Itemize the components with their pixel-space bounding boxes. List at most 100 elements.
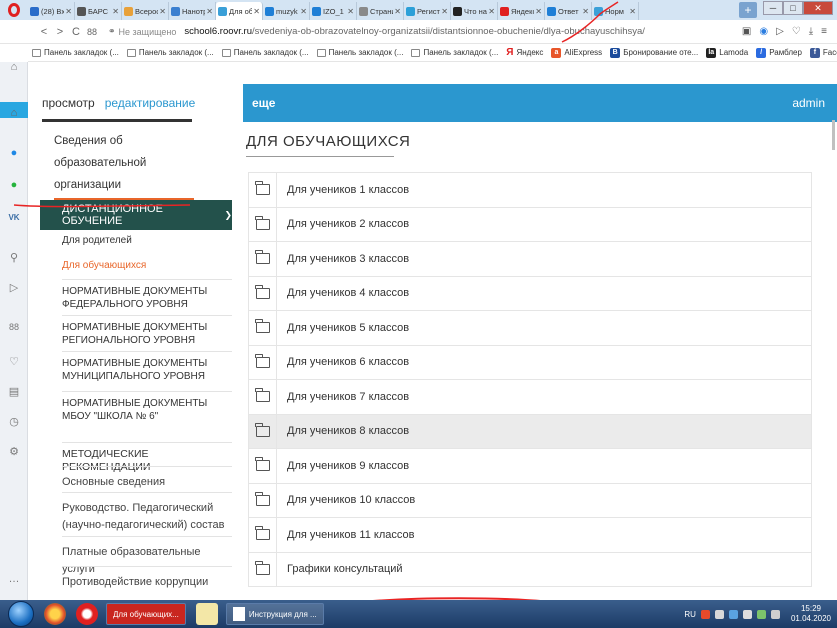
language-indicator[interactable]: RU [684,610,696,619]
new-tab-button[interactable]: + [739,2,757,18]
bookmark-home-icon[interactable]: ⌂ [7,106,21,120]
tray-network-icon[interactable] [728,609,738,619]
tab-close-icon[interactable]: ✕ [488,7,495,16]
taskbar-item-word[interactable]: Инструкция для ... [225,603,324,625]
bookmark-7[interactable]: B Бронирование оте... [610,47,698,58]
bookmark-8[interactable]: la Lamoda [706,47,748,58]
folder-row[interactable]: Для учеников 9 классов [248,449,812,484]
window-close-button[interactable]: ✕ [803,1,833,15]
send-icon[interactable]: ▷ [776,26,784,37]
tab-9[interactable]: Что на ✕ [451,2,498,20]
tab-close-icon[interactable]: ✕ [535,7,542,16]
more-menu[interactable]: еще [252,96,275,110]
minimize-button[interactable]: ─ [763,1,783,15]
folder-row[interactable]: Для учеников 2 классов [248,207,812,242]
bookmark-2[interactable]: Панель закладок (... [221,48,309,57]
tab-close-icon[interactable]: ✕ [629,7,636,16]
speed-dial-button[interactable]: 88 [84,27,100,37]
bookmark-3[interactable]: Панель закладок (... [316,48,403,57]
menu-subitem-0[interactable]: Для родителей [40,234,232,247]
folder-row[interactable]: Графики консультаций [248,552,812,587]
menu-item-3[interactable]: Противодействие коррупции [40,574,232,591]
tab-close-icon[interactable]: ✕ [394,7,401,16]
bookmark-0[interactable]: Панель закладок (... [32,48,119,57]
tab-close-icon[interactable]: ✕ [441,7,448,16]
folder-row[interactable]: Для учеников 1 классов [248,173,812,208]
tab-12[interactable]: Норм ✕ [592,2,639,20]
explorer-icon[interactable] [195,603,218,625]
bookmark-1[interactable]: Панель закладок (... [126,48,214,57]
tab-11[interactable]: Ответ ✕ [545,2,592,20]
menu-subitem-4[interactable]: НОРМАТИВНЫЕ ДОКУМЕНТЫ МУНИЦИПАЛЬНОГО УРО… [40,357,232,383]
forward-button[interactable]: > [52,26,68,38]
snapshot-icon[interactable]: ▣ [742,26,751,37]
tab-close-icon[interactable]: ✕ [253,7,260,16]
menu-distance-learning[interactable]: ДИСТАНЦИОННОЕ ОБУЧЕНИЕ ❯ [40,200,232,230]
security-label[interactable]: Не защищено [119,27,177,37]
tray-app-icon[interactable] [700,609,710,619]
bookmark-10[interactable]: fFacebook [809,47,837,58]
speed-dial-icon[interactable]: 88 [7,320,21,334]
maximize-button[interactable]: □ [783,1,803,15]
bookmark-6[interactable]: a AliExpress [551,47,602,58]
tray-flag-icon[interactable] [770,609,780,619]
tab-5[interactable]: muzyk ✕ [263,2,310,20]
scrollbar-thumb[interactable] [832,120,835,150]
tab-close-icon[interactable]: ✕ [159,7,166,16]
history-icon[interactable]: ◷ [7,414,21,428]
menu-item-0[interactable]: Основные сведения [40,474,232,491]
volume-icon[interactable] [742,609,752,619]
home-icon[interactable]: ⌂ [7,60,21,74]
tray-lock-icon[interactable] [714,609,724,619]
chrome-icon[interactable] [44,603,66,625]
menu-item-2[interactable]: Платные образовательные услуги [40,544,232,578]
vpn-shield-icon[interactable]: ◉ [759,26,768,37]
tab-close-icon[interactable]: ✕ [65,7,72,16]
folder-row[interactable]: Для учеников 6 классов [248,345,812,380]
tab-close-icon[interactable]: ✕ [206,7,213,16]
folder-row[interactable]: Для учеников 4 классов [248,276,812,311]
tab-close-icon[interactable]: ✕ [112,7,119,16]
url-field[interactable]: school6.roovr.ru/svedeniya-ob-obrazovate… [184,26,741,37]
folder-row[interactable]: Для учеников 8 классов [248,414,812,449]
flow-icon[interactable]: ▷ [7,280,21,294]
folder-row[interactable]: Для учеников 7 классов [248,380,812,415]
tray-battery-icon[interactable] [756,609,766,619]
favorites-icon[interactable]: ♡ [7,354,21,368]
menu-item-1[interactable]: Руководство. Педагогический (научно-педа… [40,500,232,534]
folder-row[interactable]: Для учеников 5 классов [248,311,812,346]
folder-row[interactable]: Для учеников 10 классов [248,483,812,518]
edit-tab[interactable]: редактирование [105,96,196,110]
tab-1[interactable]: БАРС ✕ [75,2,122,20]
menu-subitem-3[interactable]: НОРМАТИВНЫЕ ДОКУМЕНТЫ РЕГИОНАЛЬНОГО УРОВ… [40,321,232,347]
back-button[interactable]: < [36,26,52,38]
bookmark-4[interactable]: Панель закладок (... [411,48,498,57]
menu-subitem-6[interactable]: МЕТОДИЧЕСКИЕ РЕКОМЕНДАЦИИ [40,448,232,474]
menu-subitem-2[interactable]: НОРМАТИВНЫЕ ДОКУМЕНТЫ ФЕДЕРАЛЬНОГО УРОВН… [40,285,232,311]
bookmark-9[interactable]: / Рамблер [756,47,802,58]
tab-0[interactable]: (28) Вх ✕ [28,2,75,20]
settings-icon[interactable]: ⚙ [7,444,21,458]
info-icon[interactable]: ⚭ [108,26,116,37]
news-icon[interactable]: ▤ [7,384,21,398]
heart-icon[interactable]: ♡ [792,26,801,37]
download-icon[interactable]: ⤓ [809,26,813,37]
easy-setup-icon[interactable]: ≡ [821,26,827,37]
search-icon[interactable]: ⚲ [7,250,21,264]
messenger-icon[interactable]: ● [7,146,21,160]
admin-link[interactable]: admin [792,96,825,110]
vk-icon[interactable]: VK [7,210,21,224]
menu-subitem-1[interactable]: Для обучающихся [40,259,232,272]
menu-subitem-5[interactable]: НОРМАТИВНЫЕ ДОКУМЕНТЫ МБОУ "ШКОЛА № 6" [40,397,232,423]
taskbar-item-opera[interactable]: Для обучающих... [106,603,186,625]
tab-2[interactable]: Всерос ✕ [122,2,169,20]
folder-row[interactable]: Для учеников 11 классов [248,518,812,553]
tab-close-icon[interactable]: ✕ [300,7,307,16]
tab-7[interactable]: Страни ✕ [357,2,404,20]
tab-8[interactable]: Регист ✕ [404,2,451,20]
start-button[interactable] [8,601,34,627]
tab-4[interactable]: Для об ✕ [216,2,263,20]
tab-10[interactable]: Яндекс ✕ [498,2,545,20]
more-icon[interactable]: … [7,572,21,586]
menu-org-title[interactable]: Сведения об образовательной организации [40,130,200,196]
